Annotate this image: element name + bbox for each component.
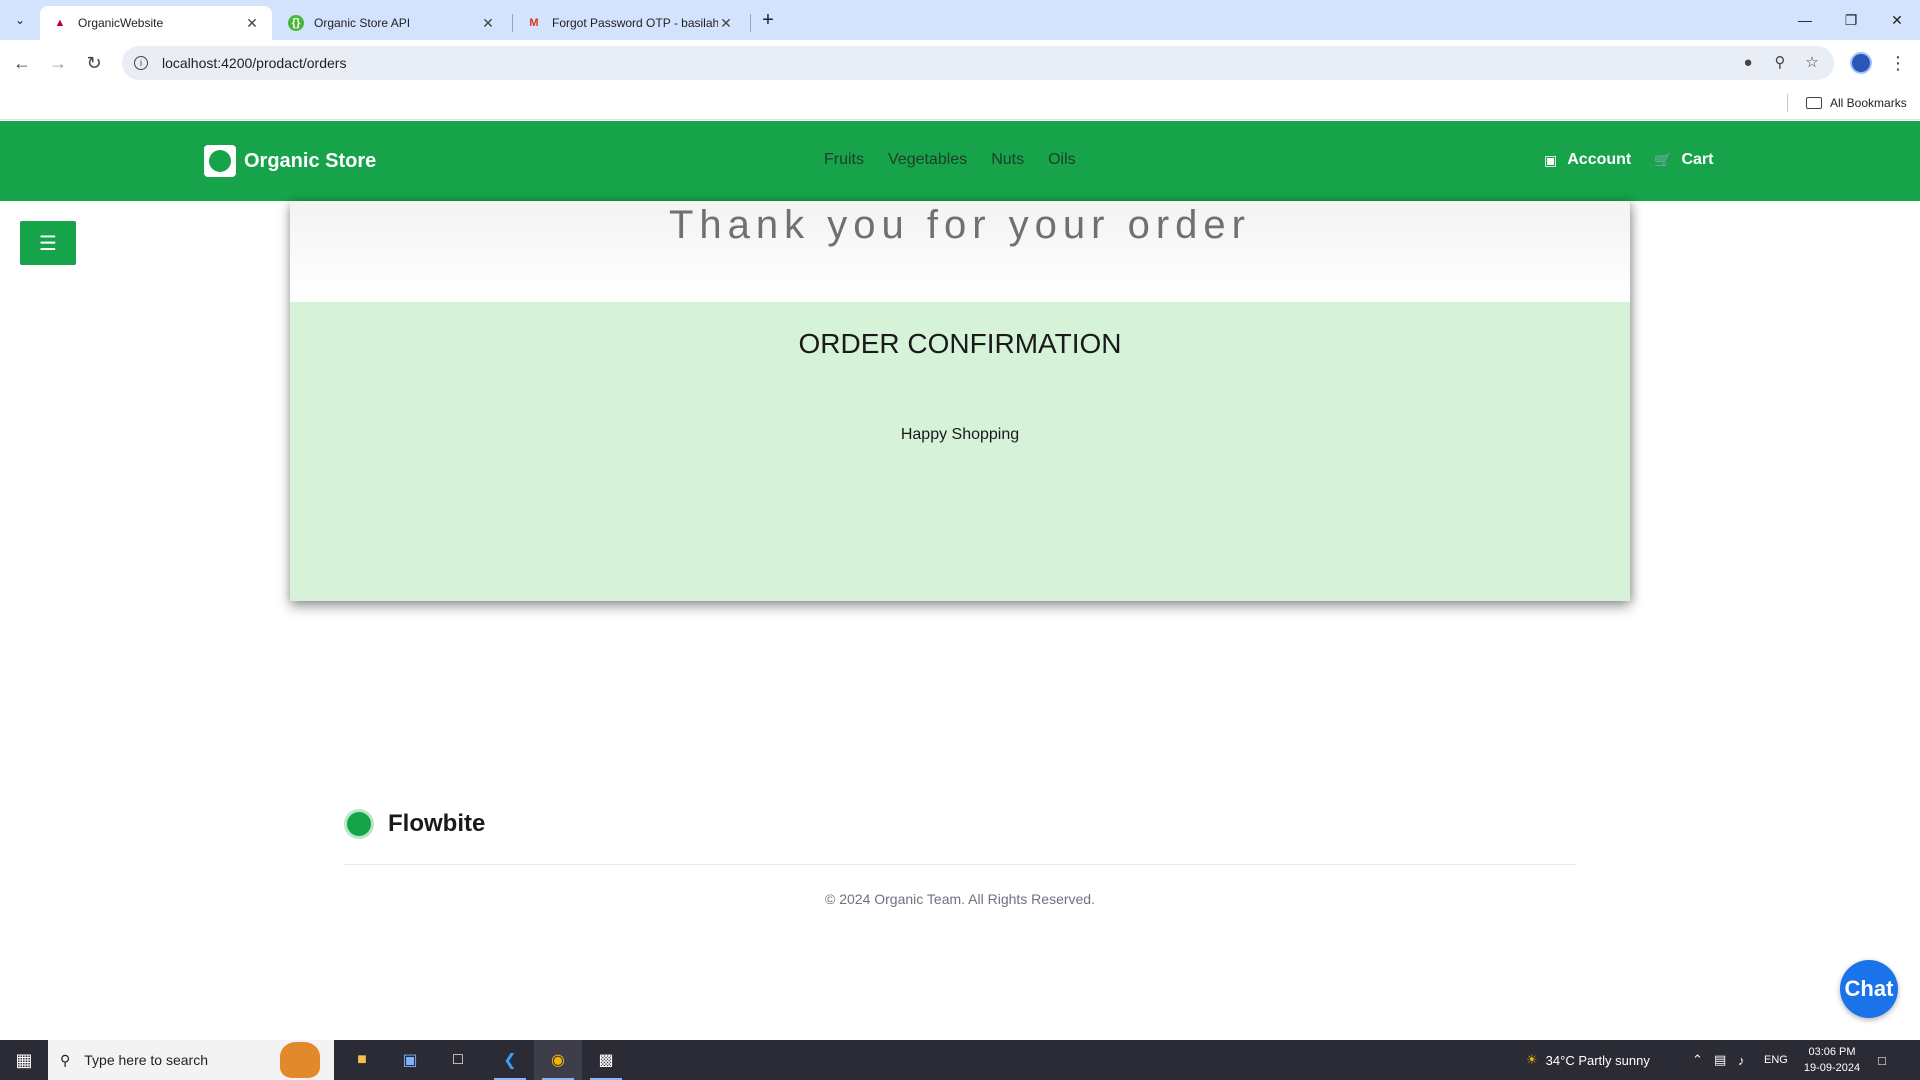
tray-chevron-icon[interactable]: ⌃	[1692, 1040, 1703, 1080]
weather-sun-icon: ☀	[1526, 1052, 1538, 1067]
footer-divider	[344, 864, 1576, 865]
close-icon[interactable]: ✕	[718, 15, 734, 31]
reload-icon[interactable]: ↻	[80, 49, 108, 77]
chat-button[interactable]: Chat	[1840, 960, 1898, 1018]
happy-shopping-text: Happy Shopping	[900, 426, 1020, 443]
clock-date: 19-09-2024	[1803, 1062, 1861, 1074]
network-icon[interactable]: ▤	[1714, 1040, 1726, 1080]
leaf-logo-icon	[204, 145, 236, 177]
card-body: ORDER CONFIRMATION Happy Shopping	[290, 302, 1630, 601]
order-confirmation-title: ORDER CONFIRMATION	[798, 328, 1122, 359]
tab-title: OrganicWebsite	[78, 16, 164, 30]
close-icon[interactable]: ✕	[244, 15, 260, 31]
taskbar-search-placeholder: Type here to search	[84, 1052, 209, 1068]
site-info-icon[interactable]: i	[134, 56, 148, 70]
tab-forgot-password[interactable]: M Forgot Password OTP - basilaha ✕	[514, 6, 746, 40]
tab-search-chevron-icon[interactable]: ⌄	[8, 8, 32, 32]
card-header: Thank you for your order	[290, 201, 1630, 302]
notifications-icon[interactable]: □	[1878, 1040, 1886, 1080]
windows-start-icon[interactable]: ▦	[0, 1040, 48, 1080]
browser-menu-icon[interactable]: ⋮	[1886, 50, 1910, 76]
site-header: Organic Store Fruits Vegetables Nuts Oil…	[0, 121, 1920, 201]
swagger-icon: {}	[288, 15, 304, 31]
notepad-icon[interactable]: □	[434, 1040, 482, 1080]
language-indicator[interactable]: ENG	[1764, 1040, 1788, 1080]
minimize-icon[interactable]: —	[1782, 0, 1828, 40]
account-link[interactable]: ▣ Account	[1544, 151, 1631, 169]
bookmarks-separator	[1787, 94, 1788, 112]
terminal-icon[interactable]: ▩	[582, 1040, 630, 1080]
tab-organic-store-api[interactable]: {} Organic Store API ✕	[276, 6, 508, 40]
browser-tabstrip: ⌄ ▲ OrganicWebsite ✕ {} Organic Store AP…	[0, 0, 1920, 40]
taskbar-search[interactable]: ⚲ Type here to search	[48, 1040, 334, 1080]
tab-organicwebsite[interactable]: ▲ OrganicWebsite ✕	[40, 6, 272, 40]
password-key-icon[interactable]: ⚲	[1766, 48, 1794, 76]
nav-vegetables[interactable]: Vegetables	[888, 151, 967, 169]
footer-brand-link[interactable]: Flowbite	[344, 809, 485, 839]
profile-avatar[interactable]	[1850, 52, 1872, 74]
taskbar: ▦ ⚲ Type here to search ■ ▣ □ ❮ ◉ ▩ ☀ 34…	[0, 1040, 1920, 1080]
weather-widget[interactable]: ☀ 34°C Partly sunny	[1526, 1040, 1650, 1080]
sidebar-menu-button[interactable]: ☰	[20, 221, 76, 265]
cart-link[interactable]: 🛒 Cart	[1654, 151, 1713, 169]
tab-separator	[750, 14, 751, 32]
nav-oils[interactable]: Oils	[1048, 151, 1076, 169]
weather-text: 34°C Partly sunny	[1545, 1052, 1650, 1068]
restore-icon[interactable]: ❐	[1828, 0, 1874, 40]
nav-fruits[interactable]: Fruits	[824, 151, 864, 169]
footer-leaf-logo-icon	[344, 809, 374, 839]
footer-brand-name: Flowbite	[388, 810, 486, 837]
tab-title: Forgot Password OTP - basilaha	[552, 16, 718, 30]
all-bookmarks-button[interactable]: All Bookmarks	[1806, 93, 1907, 113]
gmail-icon: M	[529, 17, 539, 29]
account-label: Account	[1567, 151, 1632, 168]
copyright-text: © 2024 Organic Team. All Rights Reserved…	[825, 891, 1095, 907]
url-text[interactable]: localhost:4200/prodact/orders	[162, 55, 346, 71]
cart-label: Cart	[1681, 151, 1714, 168]
tab-separator	[512, 14, 513, 32]
chrome-icon[interactable]: ◉	[534, 1040, 582, 1080]
thank-you-heading: Thank you for your order	[669, 203, 1251, 247]
location-pin-icon[interactable]: ●	[1734, 48, 1762, 76]
cart-icon: 🛒	[1654, 151, 1672, 168]
store-icon[interactable]: ▣	[386, 1040, 434, 1080]
hamburger-icon: ☰	[39, 232, 57, 255]
bookmark-star-icon[interactable]: ☆	[1798, 48, 1826, 76]
order-card: Thank you for your order ORDER CONFIRMAT…	[290, 201, 1630, 601]
account-icon: ▣	[1544, 151, 1558, 168]
tab-title: Organic Store API	[314, 16, 411, 30]
search-highlight-icon	[280, 1042, 320, 1078]
browser-toolbar: ← → ↻ i localhost:4200/prodact/orders ● …	[0, 40, 1920, 86]
volume-icon[interactable]: ♪	[1738, 1040, 1745, 1080]
clock-time: 03:06 PM	[1808, 1046, 1856, 1058]
angular-icon: ▲	[54, 17, 66, 29]
address-bar[interactable]: i localhost:4200/prodact/orders	[122, 46, 1834, 80]
brand-link[interactable]: Organic Store	[204, 145, 376, 177]
window-close-icon[interactable]: ✕	[1874, 0, 1920, 40]
close-icon[interactable]: ✕	[480, 15, 496, 31]
vscode-icon[interactable]: ❮	[486, 1040, 534, 1080]
system-clock[interactable]: 03:06 PM 19-09-2024	[1794, 1044, 1870, 1076]
folder-icon	[1806, 97, 1822, 109]
back-arrow-icon[interactable]: ←	[8, 49, 36, 77]
forward-arrow-icon[interactable]: →	[44, 49, 72, 77]
nav-nuts[interactable]: Nuts	[991, 151, 1024, 169]
main-nav: Fruits Vegetables Nuts Oils	[824, 151, 1076, 169]
brand-name: Organic Store	[244, 149, 377, 172]
bookmarks-bar: All Bookmarks	[0, 86, 1920, 120]
new-tab-plus-icon[interactable]: +	[756, 8, 780, 32]
all-bookmarks-label: All Bookmarks	[1830, 96, 1907, 110]
search-icon: ⚲	[60, 1051, 71, 1068]
file-explorer-icon[interactable]: ■	[338, 1040, 386, 1080]
